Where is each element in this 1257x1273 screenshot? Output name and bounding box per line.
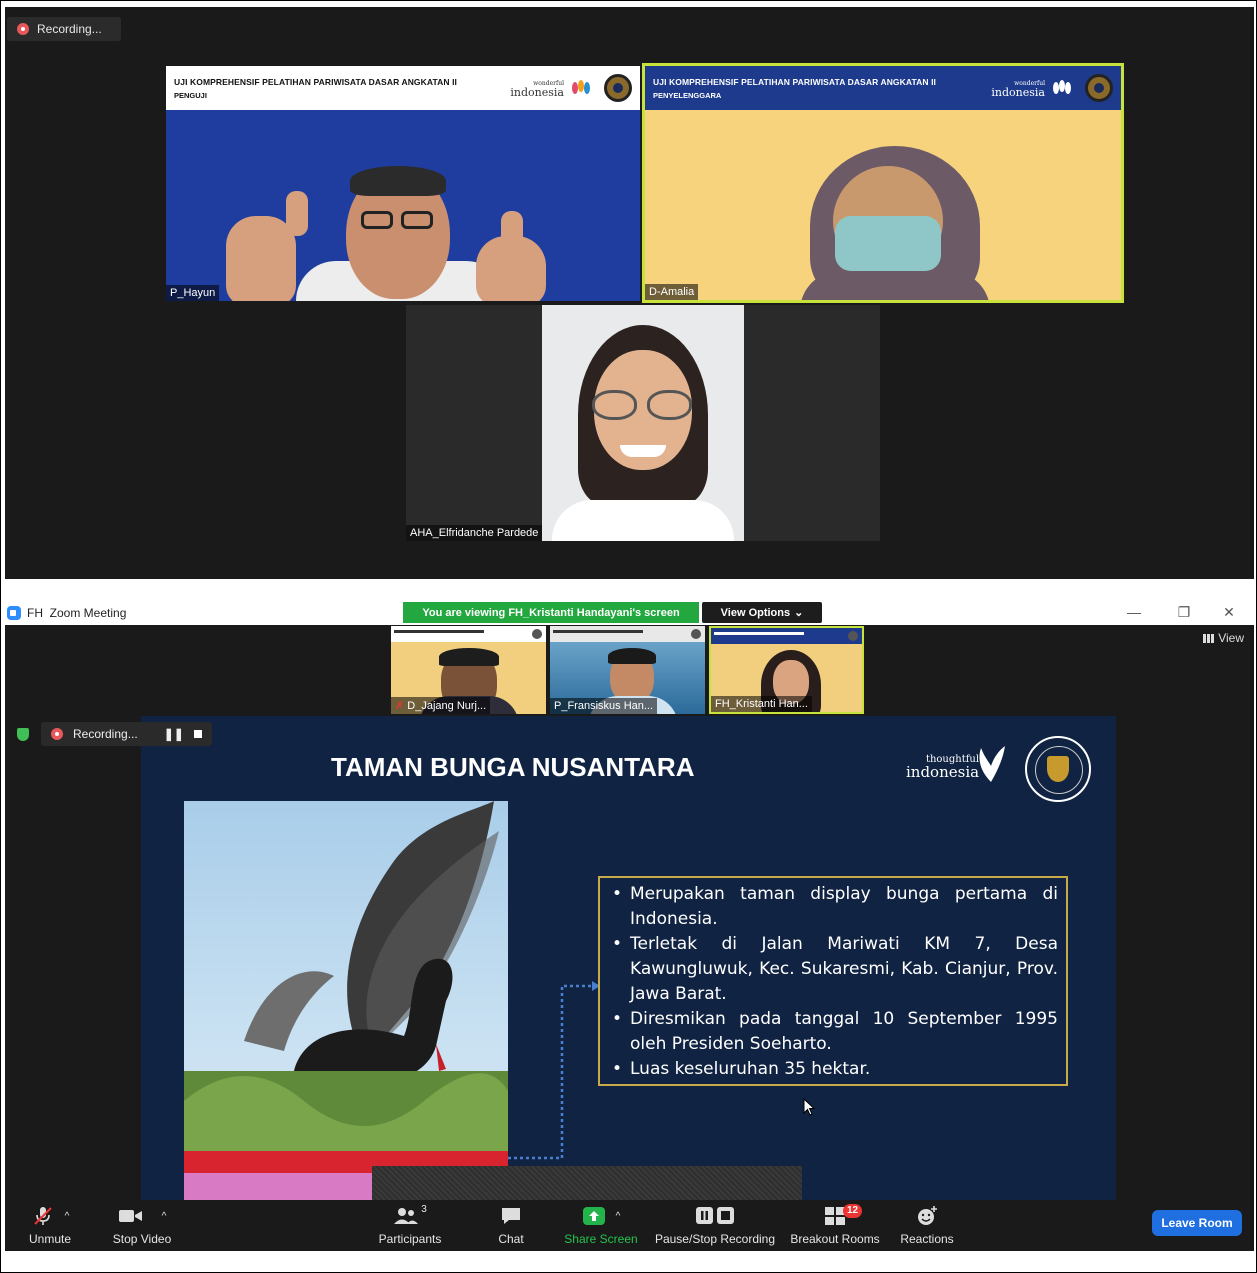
viewing-screen-banner: You are viewing FH_Kristanti Handayani's… [403, 602, 699, 623]
muted-microphone-icon [33, 1207, 52, 1225]
connector-arrow-icon [508, 981, 600, 1160]
encryption-shield-icon[interactable] [17, 728, 29, 741]
reactions-button[interactable]: Reactions [897, 1204, 957, 1246]
participant-video [542, 305, 744, 541]
minimize-button[interactable]: — [1119, 602, 1149, 622]
video-tile-d-amalia[interactable]: UJI KOMPREHENSIF PELATIHAN PARIWISATA DA… [642, 63, 1124, 303]
chat-bubble-icon [502, 1208, 520, 1224]
breakout-rooms-badge: 12 [843, 1204, 863, 1218]
participants-count: 3 [421, 1204, 427, 1215]
breakout-rooms-button[interactable]: 12 Breakout Rooms [789, 1204, 881, 1246]
recording-label: Recording... [73, 727, 138, 741]
participant-name-label: D-Amalia [645, 284, 699, 300]
pause-recording-icon[interactable]: ❚❚ [164, 727, 184, 741]
thoughtful-indonesia-logo: thoughtful indonesia [906, 754, 980, 781]
pause-stop-icon [696, 1207, 734, 1224]
chevron-up-icon[interactable]: ^ [162, 1211, 167, 1222]
event-banner: UJI KOMPREHENSIF PELATIHAN PARIWISATA DA… [645, 66, 1121, 110]
participant-name-label: ✗ D_Jajang Nurj... [391, 697, 491, 714]
slide-bullet: Terletak di Jalan Mariwati KM 7, Desa Ka… [608, 932, 1058, 1007]
stop-recording-icon[interactable] [193, 730, 202, 738]
share-screen-button[interactable]: ^ Share Screen [563, 1204, 639, 1246]
chevron-down-icon: ⌄ [794, 607, 804, 619]
stop-video-button[interactable]: ^ Stop Video [107, 1204, 177, 1246]
video-thumbnail-jajang[interactable]: ✗ D_Jajang Nurj... [391, 626, 546, 714]
event-banner [391, 626, 546, 642]
wonderful-indonesia-logo: wonderful indonesia [510, 80, 564, 99]
participant-name-label: P_Hayun [166, 285, 220, 301]
participant-name-label: AHA_Elfridanche Pardede [406, 525, 543, 541]
gallery-view-screenshot: Recording... UJI KOMPREHENSIF PELATIHAN … [5, 7, 1254, 579]
participants-button[interactable]: 3 Participants [377, 1204, 443, 1246]
slide-bullet: Merupakan taman display bunga pertama di… [608, 882, 1058, 932]
banner-title: UJI KOMPREHENSIF PELATIHAN PARIWISATA DA… [174, 76, 458, 87]
chevron-up-icon[interactable]: ^ [65, 1211, 70, 1222]
mouse-cursor-icon [803, 1098, 815, 1116]
view-options-button[interactable]: View Options ⌄ [702, 602, 822, 623]
slide-title: TAMAN BUNGA NUSANTARA [331, 752, 695, 782]
pause-stop-recording-button[interactable]: Pause/Stop Recording [653, 1204, 777, 1246]
window-titlebar: FH Zoom Meeting You are viewing FH_Krist… [5, 600, 1254, 625]
phoenix-logo-icon [979, 746, 1005, 782]
slide-bullet: Diresmikan pada tanggal 10 September 199… [608, 1007, 1058, 1057]
video-thumbnail-fransiskus[interactable]: P_Fransiskus Han... [550, 626, 705, 714]
ministry-seal-icon [1085, 74, 1113, 102]
shared-screen-slide: TAMAN BUNGA NUSANTARA thoughtful indonesi… [141, 716, 1116, 1201]
participants-icon [394, 1208, 419, 1224]
slide-bullet-box: Merupakan taman display bunga pertama di… [598, 876, 1068, 1086]
slide-bullet: Luas keseluruhan 35 hektar. [608, 1057, 1058, 1082]
restore-button[interactable]: ❐ [1169, 602, 1199, 622]
video-tile-p-hayun[interactable]: UJI KOMPREHENSIF PELATIHAN PARIWISATA DA… [166, 66, 640, 301]
banner-role: PENGUJI [174, 90, 207, 100]
zoom-app-icon [7, 605, 21, 620]
wonderful-indonesia-mark-icon [570, 78, 596, 98]
video-camera-icon [118, 1210, 142, 1222]
close-button[interactable]: ✕ [1214, 602, 1244, 622]
recording-dot-icon [51, 728, 63, 740]
event-banner [550, 626, 705, 642]
recording-indicator[interactable]: Recording... [7, 17, 121, 41]
window-title: FH Zoom Meeting [27, 605, 127, 620]
ministry-seal-icon [604, 74, 632, 102]
ministry-seal-icon [1025, 736, 1091, 802]
chevron-up-icon[interactable]: ^ [616, 1211, 621, 1222]
zoom-meeting-window: FH Zoom Meeting You are viewing FH_Krist… [5, 600, 1254, 1251]
view-layout-button[interactable]: View [1203, 631, 1244, 645]
banner-title: UJI KOMPREHENSIF PELATIHAN PARIWISATA DA… [653, 76, 937, 87]
emoji-reaction-icon [918, 1206, 937, 1225]
unmute-button[interactable]: ^ Unmute [25, 1204, 75, 1246]
chat-button[interactable]: Chat [493, 1204, 529, 1246]
recording-label: Recording... [37, 22, 102, 36]
share-screen-icon [582, 1207, 605, 1225]
wonderful-indonesia-logo: wonderful indonesia [991, 80, 1045, 99]
floating-share-toolbar[interactable] [372, 1166, 802, 1200]
participant-name-label: FH_Kristanti Han... [711, 696, 812, 712]
black-swan-photo [184, 801, 508, 1201]
grid-icon [1203, 633, 1215, 643]
wonderful-indonesia-mark-icon [1051, 78, 1077, 98]
participant-name-label: P_Fransiskus Han... [550, 698, 658, 714]
screenshot-frame: Recording... UJI KOMPREHENSIF PELATIHAN … [0, 0, 1257, 1273]
recording-control-bar: Recording... ❚❚ [41, 722, 212, 746]
banner-role: PENYELENGGARA [653, 90, 722, 100]
recording-dot-icon [17, 23, 29, 35]
event-banner: UJI KOMPREHENSIF PELATIHAN PARIWISATA DA… [166, 66, 640, 110]
leave-room-button[interactable]: Leave Room [1152, 1210, 1242, 1236]
video-thumbnail-kristanti[interactable]: FH_Kristanti Han... [709, 626, 864, 714]
muted-mic-icon: ✗ [395, 700, 405, 712]
video-tile-elfridanche[interactable]: AHA_Elfridanche Pardede [406, 305, 880, 541]
meeting-toolbar: ^ Unmute ^ Stop Video 3 Participants Cha… [5, 1200, 1254, 1251]
event-banner [711, 628, 862, 644]
